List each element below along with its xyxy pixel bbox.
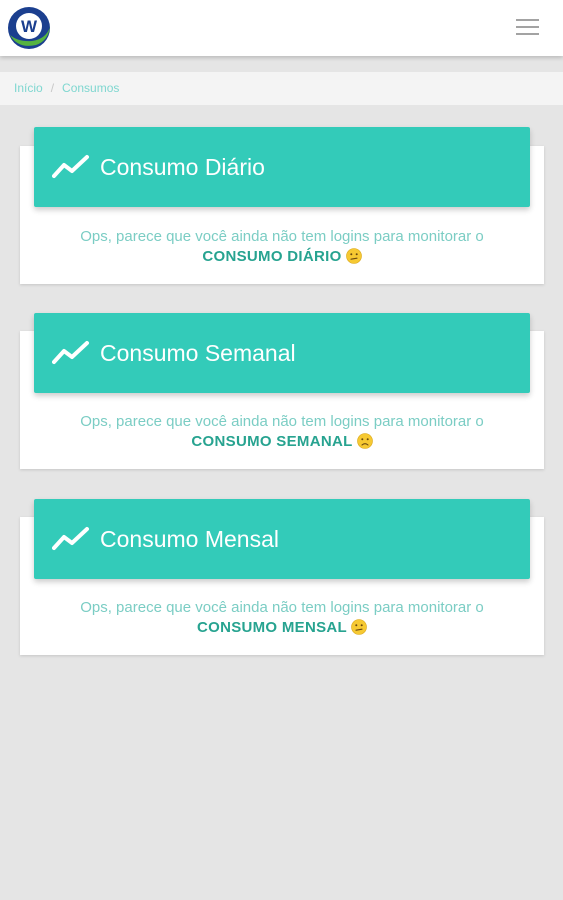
empty-state-text: Ops, parece que você ainda não tem login… [80,228,484,245]
hamburger-menu-icon[interactable] [516,19,539,37]
trending-up-icon [52,341,89,364]
consumo-semanal-message: Ops, parece que você ainda não tem login… [20,412,544,452]
card-title: Consumo Semanal [100,340,296,366]
empty-state-highlight: CONSUMO DIÁRIO [202,248,342,265]
empty-state-highlight: CONSUMO SEMANAL [191,433,353,450]
breadcrumb-item-inicio[interactable]: Início [14,81,43,95]
top-app-bar: W [0,0,563,56]
confused-face-emoji [351,619,367,635]
card-title: Consumo Diário [100,154,265,180]
app-logo[interactable]: W [6,5,52,51]
consumo-mensal-message: Ops, parece que você ainda não tem login… [20,598,544,638]
empty-state-text: Ops, parece que você ainda não tem login… [80,413,484,430]
card-title: Consumo Mensal [100,526,279,552]
breadcrumb-separator: / [50,81,55,95]
consumo-semanal-card-header[interactable]: Consumo Semanal [34,313,530,393]
trending-up-icon [52,527,89,550]
breadcrumb: Início / Consumos [0,72,563,105]
logo-letter: W [21,17,38,36]
frowning-face-emoji [356,433,373,449]
breadcrumb-item-consumos[interactable]: Consumos [62,81,119,95]
empty-state-highlight: CONSUMO MENSAL [196,619,348,636]
confused-face-emoji [345,248,362,264]
consumo-mensal-card-header[interactable]: Consumo Mensal [34,499,530,579]
empty-state-text: Ops, parece que você ainda não tem login… [80,599,484,616]
consumo-diario-message: Ops, parece que você ainda não tem login… [20,227,544,267]
consumo-diario-card-header[interactable]: Consumo Diário [34,127,530,207]
trending-up-icon [52,155,89,178]
